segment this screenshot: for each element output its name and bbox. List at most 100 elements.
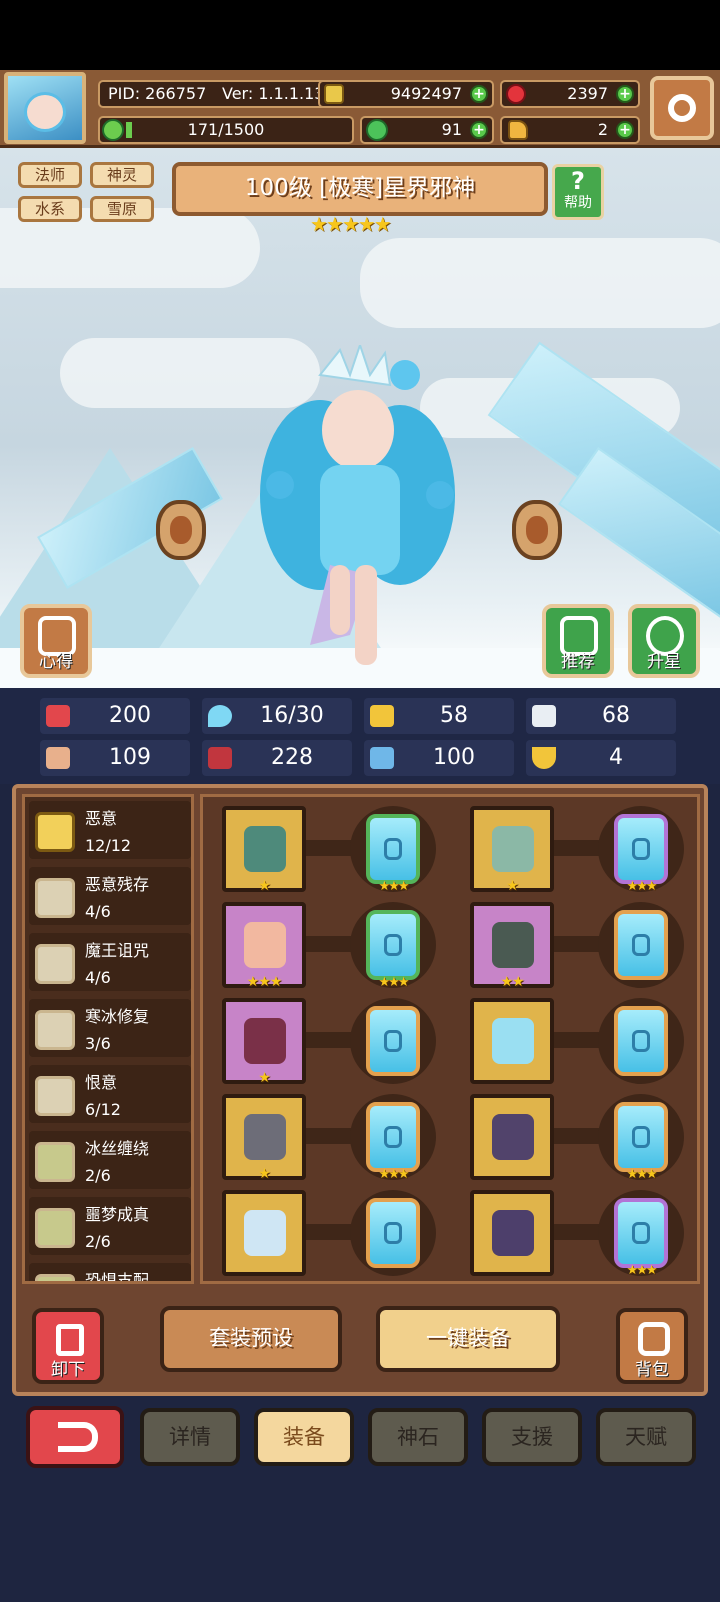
rune-icon [384,1126,402,1148]
hero-stars: ★★★★★ [310,212,392,236]
rune-gem[interactable]: ★★★ [614,1198,668,1278]
equip-all-button[interactable]: 一键装备 [376,1306,560,1372]
set-preset-button[interactable]: 套装预设 [160,1306,342,1372]
equipment-slot[interactable]: ★★★ [222,902,306,990]
set-name: 恶意残存 [85,875,150,894]
gold-value: 9492497 [390,84,462,103]
rune-gem[interactable]: ★★★ [614,1102,668,1182]
equipment-slot[interactable]: ★ [222,806,306,894]
stat-attack-value: 109 [109,745,151,770]
upgrade-star-button[interactable]: 升星 [628,604,700,678]
equipment-slot[interactable] [222,1190,306,1276]
hand-counter[interactable]: 2 + [500,116,640,144]
add-clover-icon[interactable]: + [470,121,488,139]
back-button[interactable] [26,1406,124,1468]
add-hand-icon[interactable]: + [616,121,634,139]
tab-talent[interactable]: 天赋 [596,1408,696,1466]
settings-button[interactable] [650,76,714,140]
unequip-button[interactable]: 卸下 [32,1308,104,1384]
tab-godstone[interactable]: 神石 [368,1408,468,1466]
left-arrow-orb-icon[interactable] [156,500,206,560]
set-item[interactable]: 恐惧支配 [29,1263,191,1281]
avatar-face [24,92,66,132]
item-stars: ★ [258,1166,271,1182]
add-gold-icon[interactable]: + [470,85,488,103]
boot-icon [370,747,394,769]
rune-gem[interactable]: ★★★ [366,910,420,990]
right-arrow-orb-icon[interactable] [512,500,562,560]
equipment-slot[interactable]: ★ [470,806,554,894]
return-arrow-icon [58,1422,98,1452]
energy-value: 171/1500 [187,120,265,139]
stat-boots-value: 100 [433,745,475,770]
upgrade-label: 升星 [647,652,681,672]
question-icon: ? [571,167,585,195]
tab-equipment[interactable]: 装备 [254,1408,354,1466]
thread-badge-icon [35,1142,75,1182]
tab-details[interactable]: 详情 [140,1408,240,1466]
rune-gem[interactable]: ★★★ [366,814,420,894]
equipment-item-icon [244,1114,286,1160]
tag-snowfield: 雪原 [90,196,154,222]
clover-icon [366,119,388,141]
recommend-button[interactable]: 推荐 [542,604,614,678]
rune-gem[interactable] [614,910,668,980]
insight-button[interactable]: 心得 [20,604,92,678]
stat-defense-value: 58 [440,703,468,728]
item-stars: ★★ [500,974,524,990]
add-ruby-icon[interactable]: + [616,85,634,103]
equipment-slot[interactable] [470,1190,554,1276]
ruby-counter[interactable]: 2397 + [500,80,640,108]
set-name: 寒冰修复 [85,1007,150,1026]
set-item[interactable]: 噩梦成真 2/6 [29,1197,191,1255]
help-button[interactable]: ? 帮助 [552,164,604,220]
equipment-slot[interactable] [470,1094,554,1180]
set-bonus-list[interactable]: 恶意 12/12 恶意残存 4/6 魔王诅咒 4/6 寒冰修复 3/6 恨意 6/12 冰… [22,794,194,1284]
equipment-slot[interactable]: ★ [222,998,306,1086]
set-item[interactable]: 恶意 12/12 [29,801,191,859]
rune-gem[interactable] [366,1198,420,1268]
set-item[interactable]: 恨意 6/12 [29,1065,191,1123]
set-item[interactable]: 冰丝缠绕 2/6 [29,1131,191,1189]
rune-gem[interactable]: ★★★ [614,814,668,894]
set-count: 2/6 [85,1166,111,1185]
equipment-slot[interactable]: ★★ [470,902,554,990]
energy-bar[interactable]: 171/1500 [98,116,354,144]
book-icon [208,747,232,769]
stat-magic: 228 [202,740,352,776]
equipment-item-icon [244,922,286,968]
player-avatar[interactable] [4,72,86,144]
ruby-icon [506,84,526,104]
snowflake-badge-icon [35,1010,75,1050]
tab-support[interactable]: 支援 [482,1408,582,1466]
ghost-badge-icon [35,1076,75,1116]
equipment-slot[interactable]: ★ [222,1094,306,1182]
tag-mage: 法师 [18,162,82,188]
equipment-slot[interactable] [470,998,554,1084]
rune-gem[interactable] [614,1006,668,1076]
equipment-item-icon [492,922,534,968]
item-stars: ★★★ [246,974,283,990]
rune-gem[interactable]: ★★★ [366,1102,420,1182]
rune-icon [632,1126,650,1148]
gear-icon [668,94,696,122]
set-item[interactable]: 恶意残存 4/6 [29,867,191,925]
item-stars: ★ [258,878,271,894]
set-name: 恨意 [85,1073,118,1092]
rune-icon [384,1030,402,1052]
tag-deity: 神灵 [90,162,154,188]
rune-icon [632,838,650,860]
gem-stars: ★★★ [626,1263,658,1278]
equipment-item-icon [244,1210,286,1256]
unequip-label: 卸下 [51,1360,85,1380]
fear-badge-icon [35,1274,75,1281]
set-item[interactable]: 魔王诅咒 4/6 [29,933,191,991]
set-count: 4/6 [85,968,111,987]
set-item[interactable]: 寒冰修复 3/6 [29,999,191,1057]
bag-button[interactable]: 背包 [616,1308,688,1384]
gold-counter[interactable]: 9492497 + [318,80,494,108]
rune-gem[interactable] [366,1006,420,1076]
clover-counter[interactable]: 91 + [360,116,494,144]
rune-icon [384,934,402,956]
fist-icon [46,747,70,769]
